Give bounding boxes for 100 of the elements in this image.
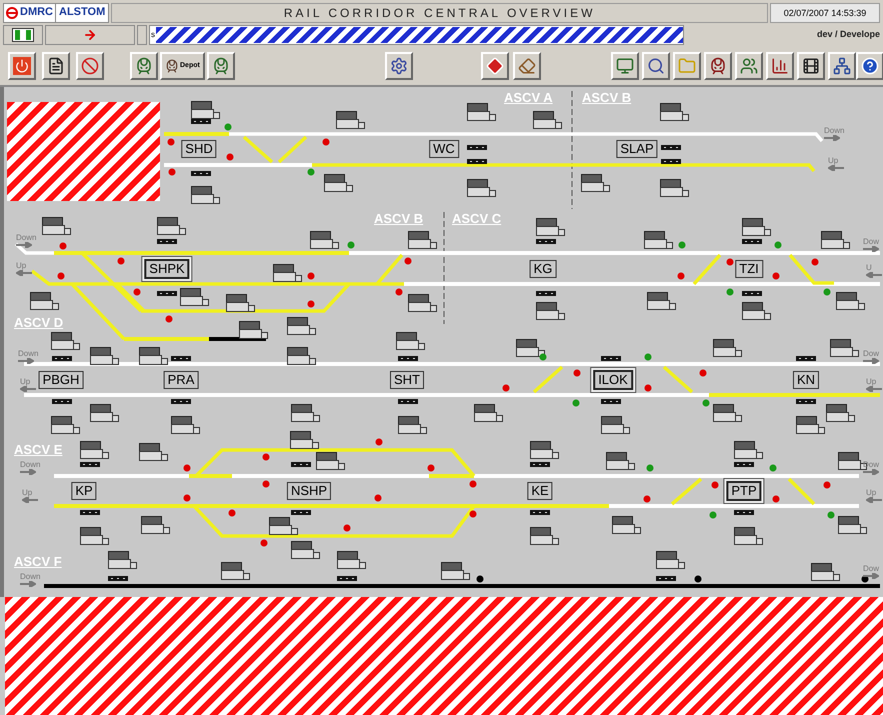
toolbar-button[interactable] [130, 52, 158, 80]
status-cell [137, 25, 147, 45]
toolbar-button[interactable] [42, 52, 70, 80]
direction-label: Up [20, 377, 30, 386]
direction-label: Up [16, 261, 26, 270]
toolbar-button[interactable] [856, 52, 883, 80]
train-describer-icon [796, 356, 816, 361]
vehicle-icon [42, 217, 71, 235]
toolbar-button[interactable] [384, 52, 413, 80]
train-icon [135, 57, 153, 75]
vehicle-icon [474, 404, 503, 422]
vehicle-icon [221, 562, 250, 580]
train-describer-icon [742, 239, 762, 244]
vehicle-icon [533, 111, 562, 129]
vehicle-icon [287, 347, 316, 365]
vehicle-icon [408, 231, 437, 249]
vehicle-icon [290, 431, 319, 449]
direction-label: Up [866, 377, 876, 386]
vehicle-icon [660, 103, 689, 121]
vehicle-icon [606, 452, 635, 470]
vehicle-icon [316, 452, 345, 470]
network-icon [832, 57, 851, 75]
vehicle-icon [398, 416, 427, 434]
train-describer-icon [52, 356, 72, 361]
train-describer-icon [171, 356, 191, 361]
users-icon [740, 57, 758, 75]
direction-label: Down [20, 572, 40, 581]
train-describer-icon [398, 399, 418, 404]
vehicle-icon [601, 416, 630, 434]
station-label: KE [527, 482, 553, 500]
vehicle-icon [536, 302, 565, 320]
toolbar-button[interactable] [796, 52, 825, 80]
vehicle-icon [408, 294, 437, 312]
bar-chart-icon [770, 57, 789, 75]
station-label: ILOK [593, 370, 633, 390]
station-label: SHPK [144, 259, 190, 279]
vehicle-icon [612, 516, 641, 534]
vehicle-icon [713, 339, 742, 357]
toolbar-button[interactable] [642, 52, 670, 80]
direction-label: Dow [863, 564, 880, 573]
vehicle-icon [171, 416, 200, 434]
train-describer-icon [742, 291, 762, 296]
train-describer-icon [530, 510, 550, 515]
direction-label: Up [22, 488, 32, 497]
direction-label: Up [828, 156, 838, 165]
arrow-left-icon [828, 165, 844, 171]
direction-label: Up [866, 488, 876, 497]
vehicle-icon [80, 441, 109, 459]
station-label: SLAP [616, 140, 658, 158]
vehicle-icon [337, 551, 366, 569]
vehicle-icon [191, 186, 220, 204]
station-label: TZI [735, 260, 763, 278]
train-describer-icon [171, 399, 191, 404]
settings-icon [390, 57, 408, 75]
power-icon [13, 57, 31, 75]
toolbar-button[interactable] [766, 52, 794, 80]
toolbar-button[interactable] [704, 52, 732, 80]
vehicle-icon [467, 179, 496, 197]
film-icon [802, 57, 820, 75]
train-describer-icon [796, 399, 816, 404]
vehicle-icon [811, 563, 840, 581]
train-describer-icon [337, 576, 357, 581]
field-prefix: s [150, 29, 156, 41]
direction-label: Down [20, 460, 40, 469]
train-describer-icon [656, 576, 676, 581]
toolbar-button[interactable] [206, 52, 235, 80]
vehicle-icon [796, 416, 825, 434]
direction-label: Down [824, 126, 844, 135]
vehicle-icon [269, 517, 298, 535]
direction-label: Down [16, 233, 36, 242]
train-describer-icon [536, 239, 556, 244]
arrow-right-icon [863, 573, 879, 579]
vehicle-icon [180, 288, 209, 306]
train-describer-icon [80, 510, 100, 515]
vehicle-icon [191, 101, 220, 119]
vehicle-icon [157, 217, 186, 235]
toolbar-button[interactable] [734, 52, 763, 80]
vehicle-icon [530, 441, 559, 459]
vehicle-icon [273, 264, 302, 282]
panel-status-icon [12, 28, 34, 42]
station-label: WC [429, 140, 459, 158]
vehicle-icon [516, 339, 545, 357]
train-describer-icon [734, 462, 754, 467]
vehicle-icon [226, 294, 255, 312]
help-icon [860, 57, 879, 75]
train-describer-icon [661, 159, 681, 164]
station-label: PBGH [38, 371, 84, 389]
direction-label: Dow [863, 237, 880, 246]
station-label: SHD [181, 140, 217, 158]
train-describer-icon [601, 399, 621, 404]
arrow-right-icon [824, 135, 840, 141]
vehicle-icon [713, 404, 742, 422]
toolbar-button[interactable] [610, 52, 639, 80]
diamond-icon [486, 57, 504, 75]
toolbar-button[interactable] [828, 52, 856, 80]
train-describer-icon [157, 239, 177, 244]
arrow-left-icon [16, 270, 32, 276]
vehicle-icon [396, 332, 425, 350]
vehicle-icon [647, 292, 676, 310]
vehicle-icon [287, 317, 316, 335]
